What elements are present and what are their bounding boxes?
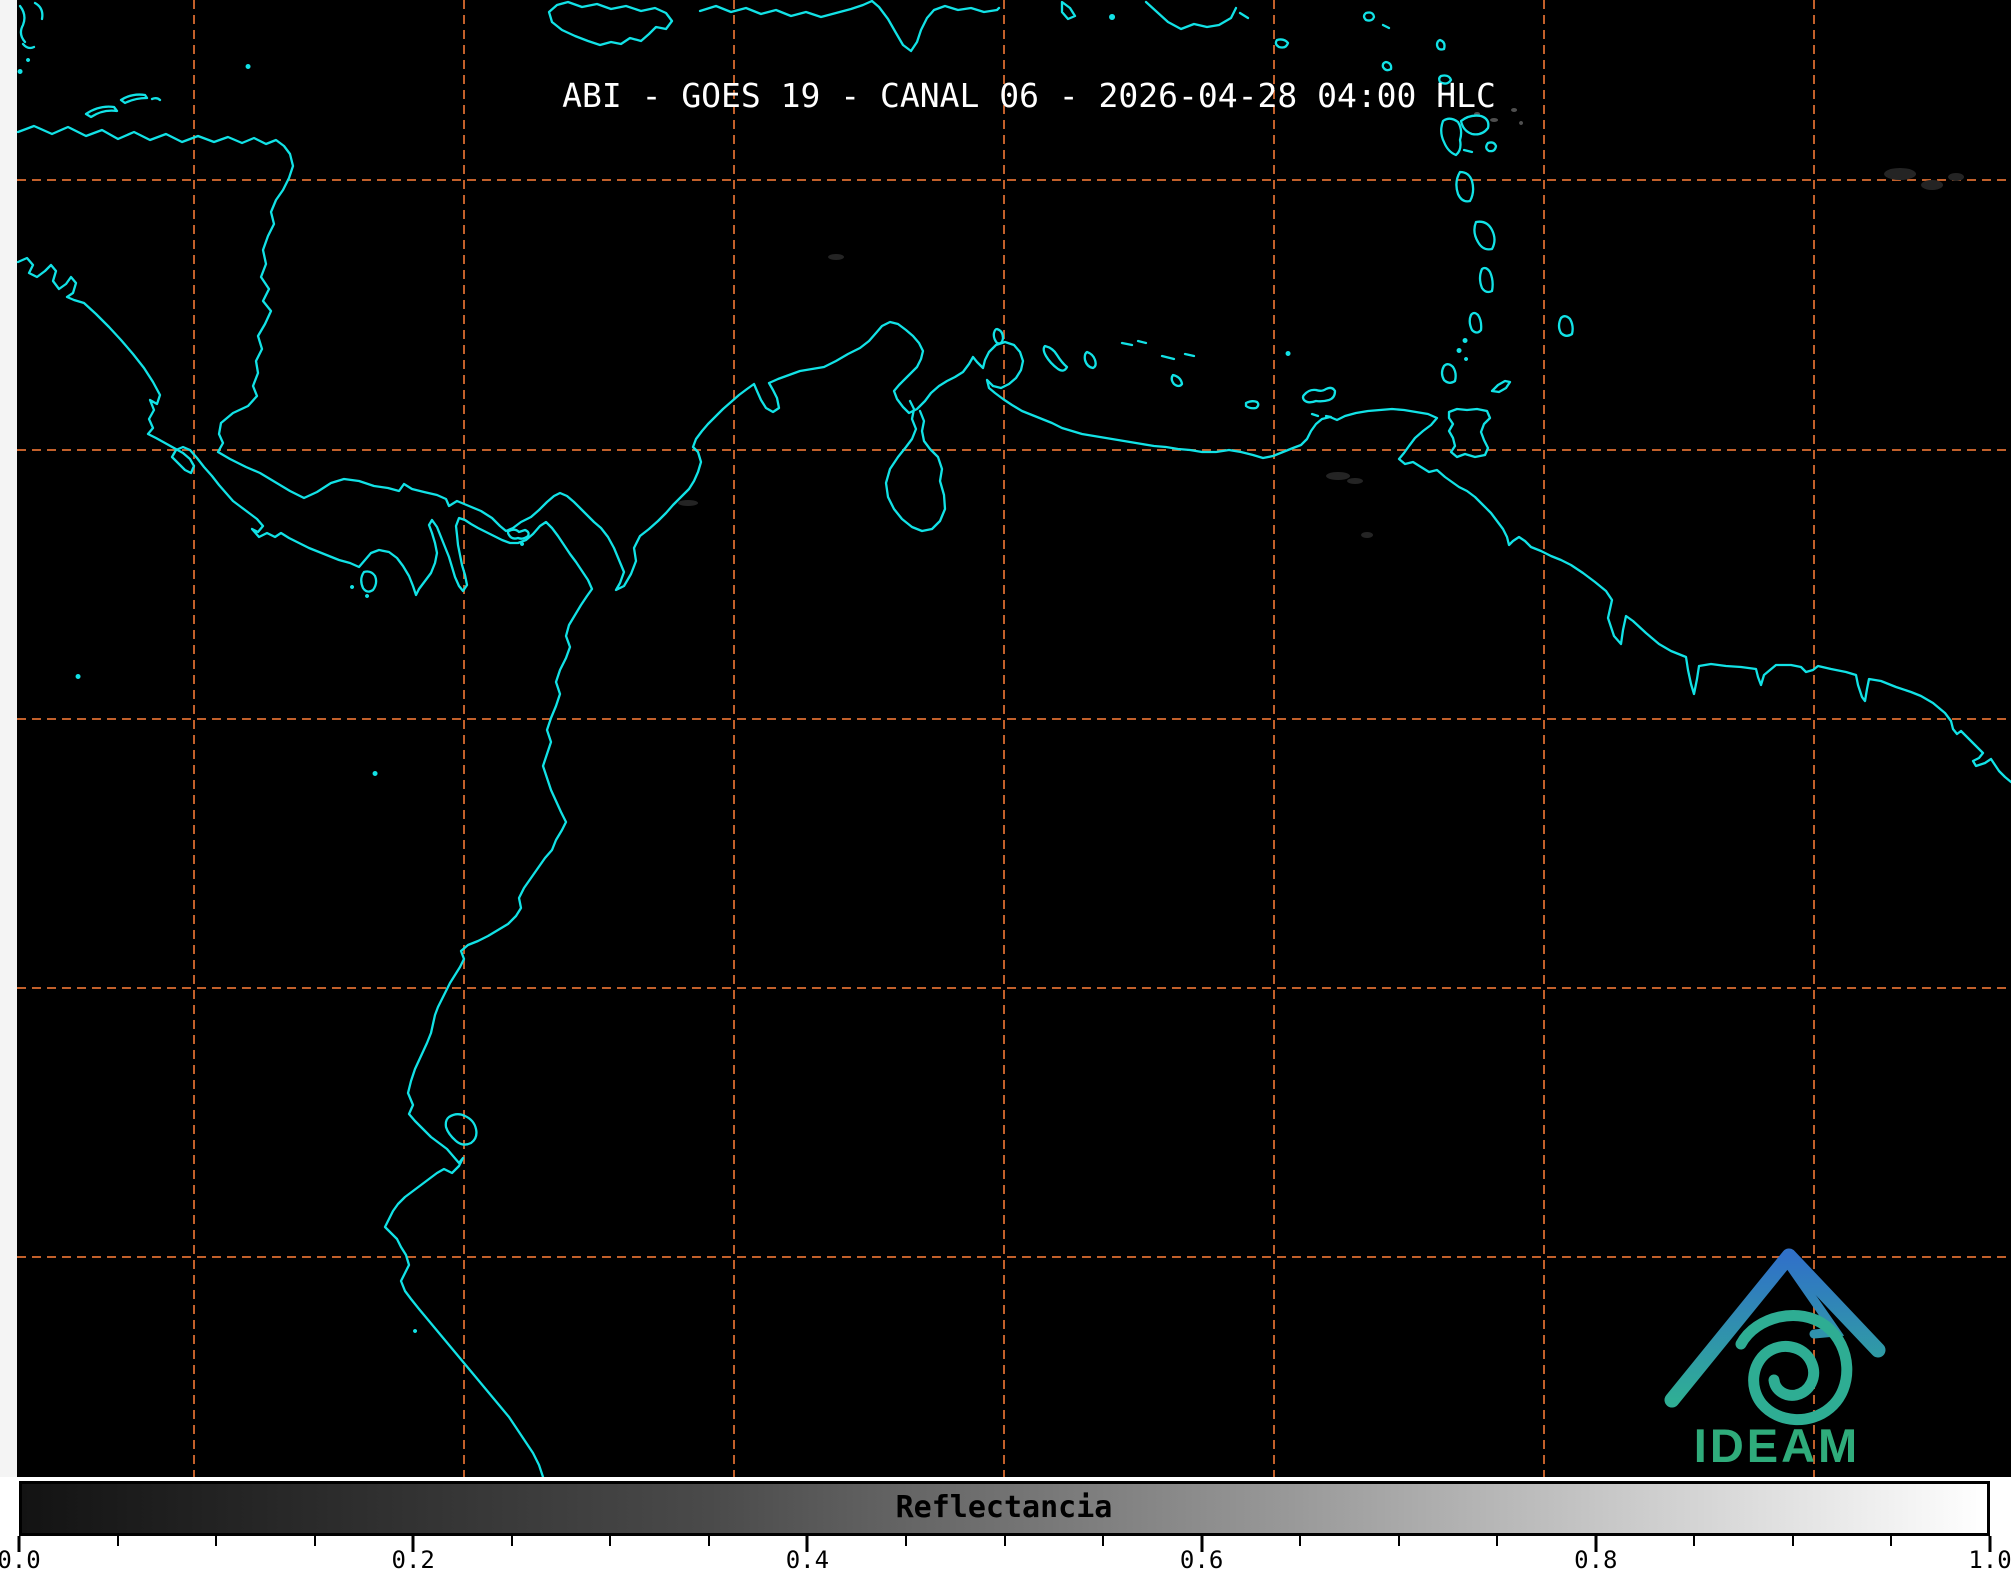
coastline-venezuelan-islands [992,327,1337,419]
graticule-grid [17,0,2011,1477]
colorbar-minor-tick [1397,1536,1400,1546]
colorbar-minor-tick [1791,1536,1794,1546]
satellite-image-viewport: IDEAM ABI - GOES 19 - CANAL 06 - 2026-04… [0,0,2011,1577]
colorbar-tick-label: 0.4 [785,1546,830,1574]
colorbar-tick-label: 0.2 [391,1546,435,1574]
colorbar-minor-tick [313,1536,316,1546]
colorbar-minor-tick [1102,1536,1105,1546]
colorbar-tick-label: 1.0 [1968,1546,2011,1574]
coastline-pacific-mainland [16,256,594,1477]
coastline-honduras-fragments [18,1,162,119]
coastline-pacific-islands [360,528,530,1146]
scan-edge-limb [0,0,17,1477]
colorbar-minor-tick [510,1536,513,1546]
colorbar-minor-tick [1890,1536,1893,1546]
colorbar-minor-tick [116,1536,119,1546]
colorbar-tick-label: 0.6 [1179,1546,1224,1574]
colorbar-minor-tick [1299,1536,1302,1546]
colorbar-tick-label: 0.8 [1574,1546,1618,1574]
coastline-lesser-antilles [1362,11,1574,384]
ideam-spiral-icon [1735,1310,1853,1425]
colorbar-minor-tick [609,1536,612,1546]
small-island-dots [17,14,1469,1333]
coastline-trinidad-tobago [1447,379,1512,459]
coastline-lake-maracaibo [884,399,947,533]
colorbar-minor-tick [215,1536,218,1546]
satellite-map: IDEAM [0,0,2011,1477]
colorbar-tick-label: 0.0 [0,1546,41,1574]
colorbar-minor-tick [1496,1536,1499,1546]
colorbar-minor-tick [1693,1536,1696,1546]
colorbar-label: Reflectancia [895,1490,1113,1525]
ideam-logo: IDEAM [1664,1248,1886,1472]
ideam-wordmark: IDEAM [1694,1419,1860,1472]
faint-cloud-patches [678,168,1965,538]
image-title: ABI - GOES 19 - CANAL 06 - 2026-04-28 04… [562,76,1496,115]
colorbar-minor-tick [904,1536,907,1546]
colorbar-minor-tick [1003,1536,1006,1546]
colorbar-minor-tick [707,1536,710,1546]
coastline-caribbean-mainland [16,124,2011,784]
coastline-greater-antilles [547,0,1290,53]
